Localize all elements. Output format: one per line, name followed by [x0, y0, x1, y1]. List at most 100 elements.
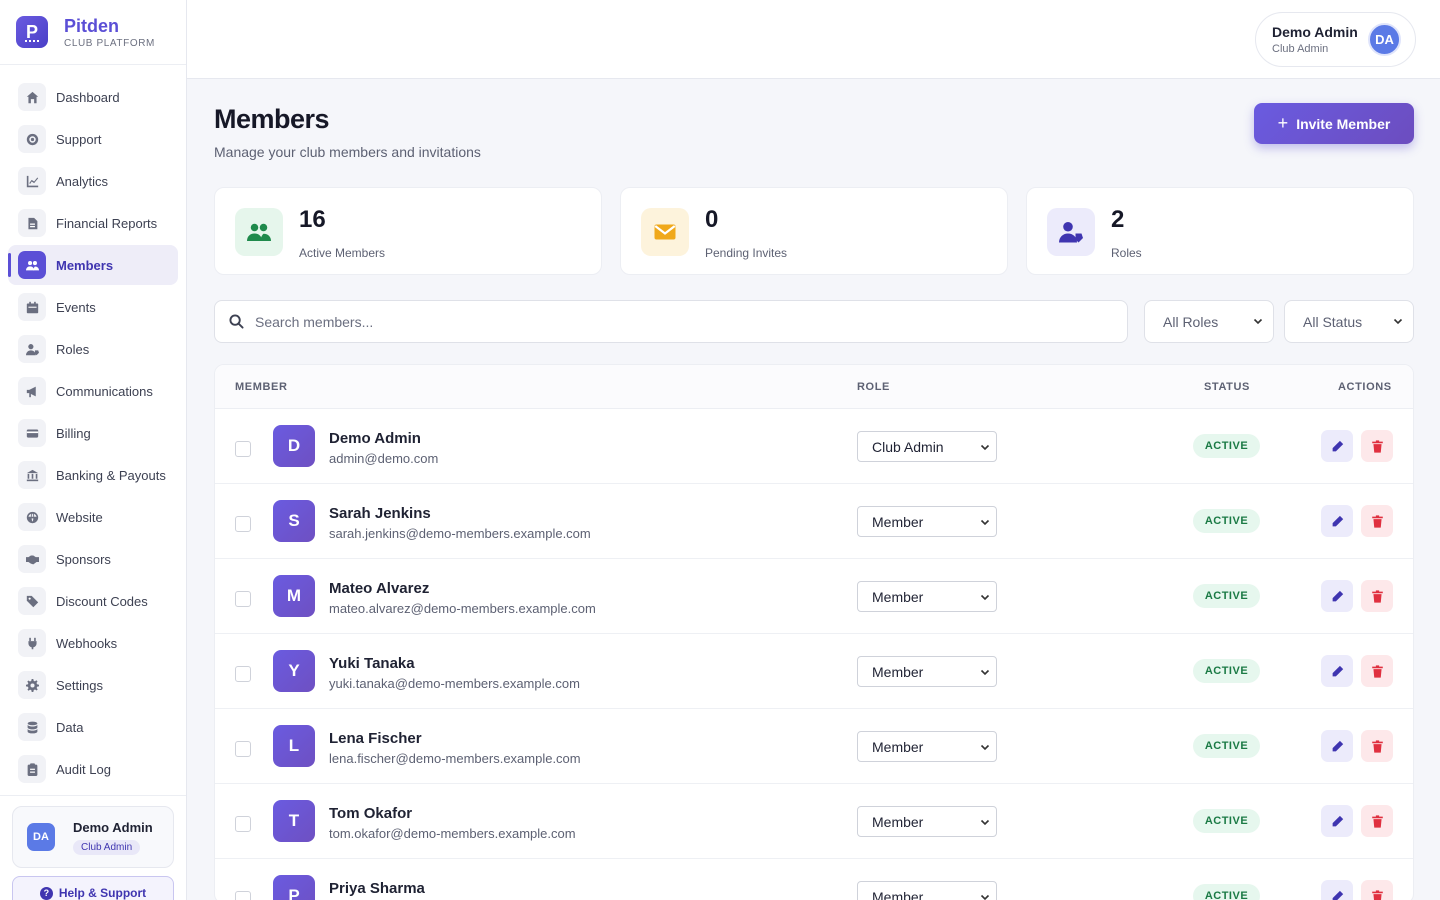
status-filter-value: All Status [1303, 313, 1363, 330]
sidebar-item-label: Data [56, 719, 84, 735]
role-select-value: Club Admin [872, 438, 944, 455]
delete-member-button[interactable] [1361, 730, 1393, 762]
brand-subtitle: CLUB PLATFORM [64, 37, 155, 49]
sidebar-item-label: Communications [56, 383, 153, 399]
role-select-value: Member [872, 888, 924, 900]
brand[interactable]: P Pitden CLUB PLATFORM [0, 0, 186, 65]
delete-member-button[interactable] [1361, 580, 1393, 612]
row-checkbox[interactable] [235, 741, 251, 757]
role-select[interactable]: Member [857, 881, 997, 900]
sidebar-item-billing[interactable]: Billing [8, 413, 178, 453]
delete-member-button[interactable] [1361, 880, 1393, 900]
sidebar-item-webhooks[interactable]: Webhooks [8, 623, 178, 663]
sidebar-item-audit-log[interactable]: Audit Log [8, 749, 178, 789]
role-filter-select[interactable]: All Roles [1144, 300, 1274, 343]
sidebar-item-analytics[interactable]: Analytics [8, 161, 178, 201]
chevron-down-icon [1393, 318, 1403, 325]
avatar: DA [27, 823, 55, 851]
sidebar-item-events[interactable]: Events [8, 287, 178, 327]
member-avatar: P [273, 875, 315, 900]
role-select-value: Member [872, 813, 924, 830]
sidebar-item-roles[interactable]: Roles [8, 329, 178, 369]
sidebar: P Pitden CLUB PLATFORM Dashboard Support A… [0, 0, 187, 900]
role-select[interactable]: Member [857, 581, 997, 612]
row-checkbox[interactable] [235, 591, 251, 607]
sidebar-item-financial-reports[interactable]: Financial Reports [8, 203, 178, 243]
pencil-icon [1331, 440, 1344, 453]
sidebar-item-website[interactable]: Website [8, 497, 178, 537]
edit-member-button[interactable] [1321, 655, 1353, 687]
role-select[interactable]: Member [857, 731, 997, 762]
stat-value: 0 [705, 206, 719, 233]
envelope-icon [641, 208, 689, 256]
member-name: Yuki Tanaka [329, 655, 415, 672]
delete-member-button[interactable] [1361, 430, 1393, 462]
help-support-label: Help & Support [58, 886, 147, 900]
member-name: Demo Admin [329, 430, 421, 447]
role-select-value: Member [872, 513, 924, 530]
sidebar-item-support[interactable]: Support [8, 119, 178, 159]
sidebar-item-sponsors[interactable]: Sponsors [8, 539, 178, 579]
sidebar-item-communications[interactable]: Communications [8, 371, 178, 411]
search-input[interactable] [255, 301, 1105, 342]
sidebar-item-members[interactable]: Members [8, 245, 178, 285]
page-subtitle: Manage your club members and invitations [214, 144, 481, 160]
user-tag-icon [1047, 208, 1095, 256]
role-select-value: Member [872, 738, 924, 755]
row-checkbox[interactable] [235, 441, 251, 457]
edit-member-button[interactable] [1321, 580, 1353, 612]
trash-icon [1371, 739, 1384, 753]
plus-icon: + [1277, 113, 1289, 133]
edit-member-button[interactable] [1321, 880, 1353, 900]
sidebar-item-label: Analytics [56, 173, 109, 189]
table-row: P Priya Sharma Member ACTIVE [215, 859, 1413, 900]
invite-member-button[interactable]: + Invite Member [1254, 103, 1414, 144]
sidebar-item-label: Settings [56, 677, 103, 693]
chart-line-icon [18, 167, 46, 195]
member-name: Tom Okafor [329, 805, 413, 822]
role-select[interactable]: Club Admin [857, 431, 997, 462]
row-checkbox[interactable] [235, 516, 251, 532]
row-checkbox[interactable] [235, 666, 251, 682]
brand-name: Pitden [64, 15, 120, 36]
lifebuoy-icon [18, 125, 46, 153]
delete-member-button[interactable] [1361, 805, 1393, 837]
member-avatar: Y [273, 650, 315, 692]
row-checkbox[interactable] [235, 816, 251, 832]
sidebar-item-label: Discount Codes [56, 593, 148, 609]
pencil-icon [1331, 815, 1344, 828]
trash-icon [1371, 889, 1384, 900]
profile-role: Club Admin [1272, 43, 1329, 55]
row-checkbox[interactable] [235, 891, 251, 900]
role-select[interactable]: Member [857, 656, 997, 687]
sidebar-item-banking-payouts[interactable]: Banking & Payouts [8, 455, 178, 495]
users-icon [235, 208, 283, 256]
edit-member-button[interactable] [1321, 505, 1353, 537]
sidebar-nav: Dashboard Support Analytics Financial Repor… [0, 65, 186, 789]
sidebar-item-dashboard[interactable]: Dashboard [8, 77, 178, 117]
calendar-icon [18, 293, 46, 321]
delete-member-button[interactable] [1361, 655, 1393, 687]
edit-member-button[interactable] [1321, 730, 1353, 762]
plug-icon [18, 629, 46, 657]
sidebar-item-label: Sponsors [56, 551, 111, 567]
member-email: mateo.alvarez@demo-members.example.com [329, 601, 596, 616]
role-select[interactable]: Member [857, 806, 997, 837]
sidebar-item-label: Website [56, 509, 103, 525]
sidebar-item-discount-codes[interactable]: Discount Codes [8, 581, 178, 621]
role-select[interactable]: Member [857, 506, 997, 537]
help-support-button[interactable]: ? Help & Support [12, 876, 174, 900]
member-email: sarah.jenkins@demo-members.example.com [329, 526, 591, 541]
delete-member-button[interactable] [1361, 505, 1393, 537]
status-badge: ACTIVE [1193, 584, 1260, 608]
sidebar-user-name: Demo Admin [73, 819, 153, 835]
member-avatar: D [273, 425, 315, 467]
sidebar-user-card[interactable]: DA Demo Admin Club Admin [12, 806, 174, 868]
sidebar-item-settings[interactable]: Settings [8, 665, 178, 705]
edit-member-button[interactable] [1321, 805, 1353, 837]
edit-member-button[interactable] [1321, 430, 1353, 462]
status-filter-select[interactable]: All Status [1284, 300, 1414, 343]
profile-menu[interactable]: Demo Admin Club Admin DA [1255, 12, 1416, 67]
brand-logo: P [16, 16, 48, 48]
sidebar-item-data[interactable]: Data [8, 707, 178, 747]
